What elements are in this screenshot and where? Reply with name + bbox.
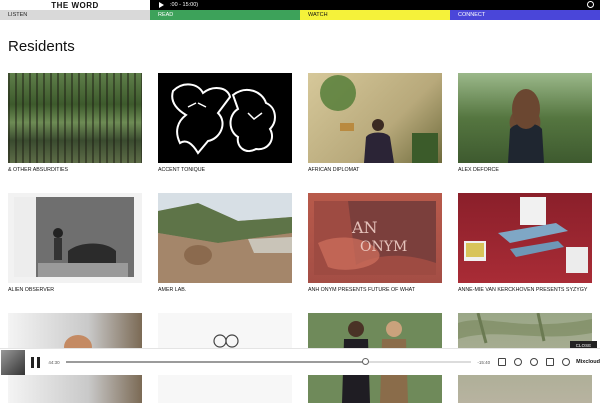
resident-card[interactable]: ALEX DEFORCE bbox=[458, 73, 592, 173]
site-logo[interactable]: THE WORD bbox=[0, 0, 150, 10]
photo-alex bbox=[508, 89, 544, 163]
artwork-anh-onym: AN ONYM bbox=[314, 201, 436, 275]
photo-diplomat bbox=[320, 75, 438, 163]
svg-text:AN: AN bbox=[351, 218, 378, 237]
share-icon[interactable] bbox=[546, 358, 555, 366]
photo-amer-lab bbox=[158, 193, 292, 283]
resident-card[interactable]: ACCENT TONIQUE bbox=[158, 73, 292, 173]
resident-name[interactable]: ANH ONYM PRESENTS FUTURE OF WHAT bbox=[308, 287, 442, 293]
resident-thumbnail[interactable] bbox=[158, 193, 292, 283]
resident-thumbnail[interactable] bbox=[308, 73, 442, 163]
resident-thumbnail[interactable]: AN ONYM bbox=[308, 193, 442, 283]
top-header: THE WORD :00 - 15:00) bbox=[0, 0, 600, 10]
header-player: :00 - 15:00) bbox=[150, 0, 600, 10]
repost-icon[interactable] bbox=[514, 358, 523, 366]
nav-connect[interactable]: CONNECT bbox=[450, 10, 600, 20]
resident-card[interactable]: AFRICAN DIPLOMAT bbox=[308, 73, 442, 173]
resident-card[interactable]: ANNE-MIE VAN KERCKHOVEN PRESENTS SYZYGY bbox=[458, 193, 592, 293]
chat-icon[interactable] bbox=[587, 1, 594, 8]
player-remaining: -15:40 bbox=[477, 359, 491, 365]
player-elapsed: 44:30 bbox=[48, 359, 60, 365]
resident-name[interactable]: ALIEN OBSERVER bbox=[8, 287, 142, 293]
mixcloud-logo[interactable]: Mixcloud bbox=[576, 359, 600, 365]
player-actions bbox=[498, 358, 571, 366]
resident-name[interactable]: & OTHER ABSURDITIES bbox=[8, 167, 142, 173]
resident-thumbnail[interactable] bbox=[458, 193, 592, 283]
play-icon[interactable] bbox=[159, 2, 164, 8]
resident-name[interactable]: ANNE-MIE VAN KERCKHOVEN PRESENTS SYZYGY bbox=[458, 287, 592, 293]
bottom-player: 44:30 -15:40 Mixcloud bbox=[0, 348, 600, 375]
resident-name[interactable]: ACCENT TONIQUE bbox=[158, 167, 292, 173]
nav-listen[interactable]: LISTEN bbox=[0, 10, 150, 20]
resident-thumbnail[interactable] bbox=[8, 193, 142, 283]
resident-thumbnail[interactable] bbox=[158, 73, 292, 163]
resident-card[interactable]: & OTHER ABSURDITIES bbox=[8, 73, 142, 173]
sketch-illustration bbox=[171, 83, 276, 155]
page-title: Residents bbox=[8, 38, 75, 55]
resident-name[interactable]: AFRICAN DIPLOMAT bbox=[308, 167, 442, 173]
resident-thumbnail[interactable] bbox=[8, 73, 142, 163]
more-icon[interactable] bbox=[562, 358, 571, 366]
svg-text:ONYM: ONYM bbox=[360, 239, 407, 255]
nav-watch[interactable]: WATCH bbox=[300, 10, 450, 20]
main-nav: LISTEN READ WATCH CONNECT bbox=[0, 10, 600, 20]
seek-bar-progress bbox=[65, 361, 366, 363]
resident-card[interactable]: ALIEN OBSERVER bbox=[8, 193, 142, 293]
resident-name[interactable]: ALEX DEFORCE bbox=[458, 167, 592, 173]
heart-icon[interactable] bbox=[530, 358, 539, 366]
queue-icon[interactable] bbox=[498, 358, 507, 366]
seek-bar[interactable] bbox=[65, 358, 472, 365]
resident-thumbnail[interactable] bbox=[458, 73, 592, 163]
nav-read[interactable]: READ bbox=[150, 10, 300, 20]
resident-card[interactable]: AMER LAB. bbox=[158, 193, 292, 293]
photo-alien-observer bbox=[8, 193, 142, 283]
player-cover-art[interactable] bbox=[1, 349, 25, 375]
seek-handle[interactable] bbox=[362, 358, 370, 365]
header-player-time: :00 - 15:00) bbox=[170, 2, 199, 8]
resident-name[interactable]: AMER LAB. bbox=[158, 287, 292, 293]
artwork-syzygy bbox=[464, 197, 588, 273]
resident-card[interactable]: AN ONYM ANH ONYM PRESENTS FUTURE OF WHAT bbox=[308, 193, 442, 293]
pause-icon[interactable] bbox=[30, 356, 41, 368]
